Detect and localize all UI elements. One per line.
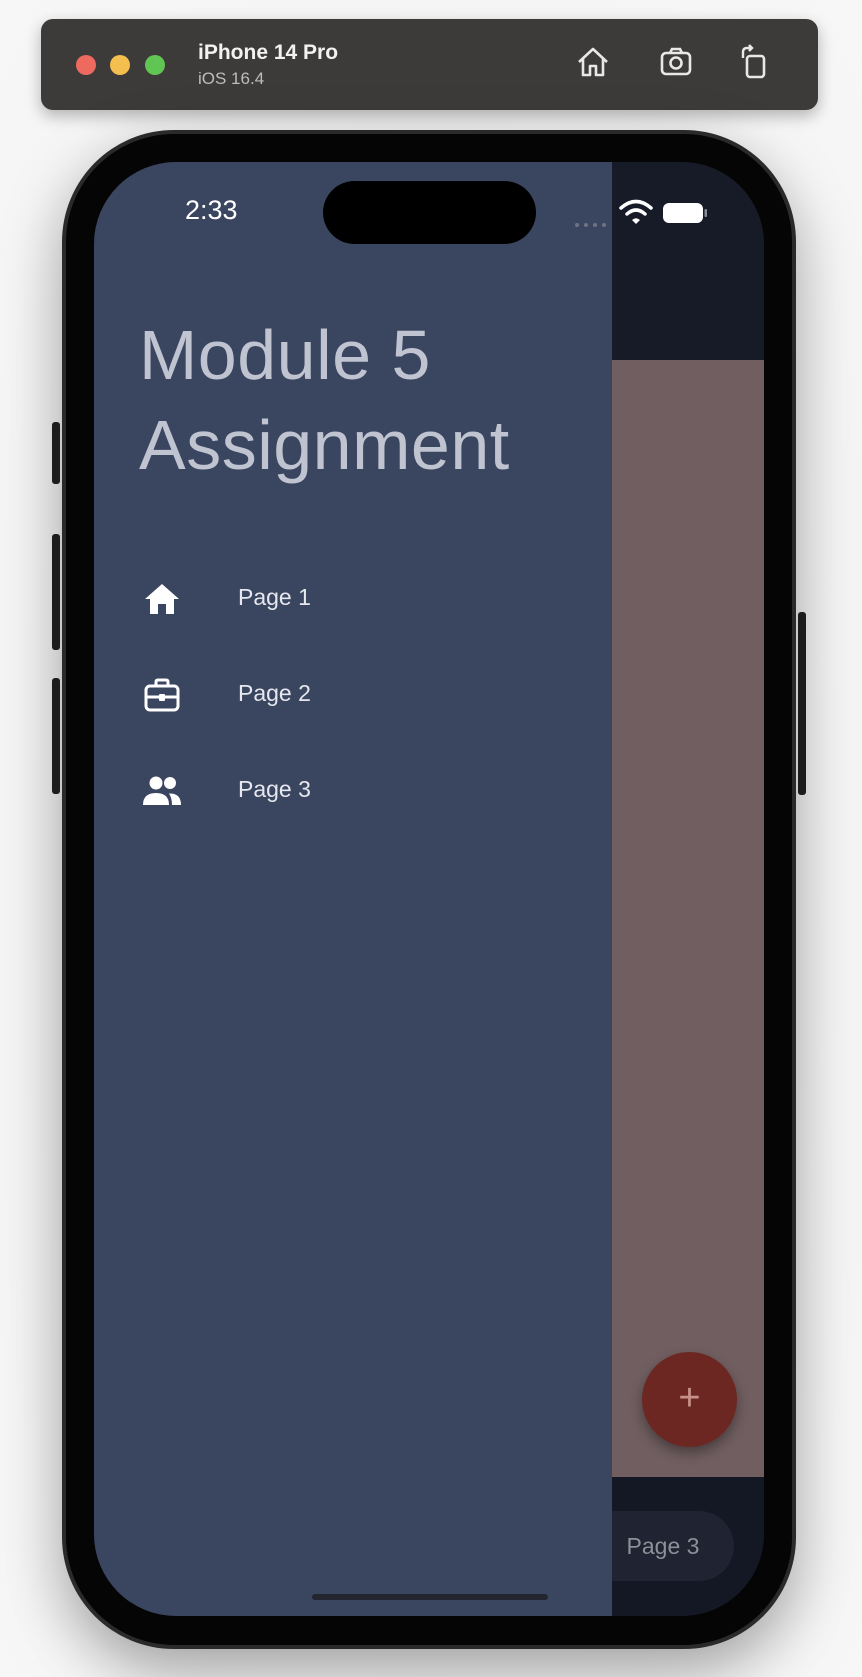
wifi-icon (619, 198, 653, 226)
drawer-item-page-1[interactable]: Page 1 (138, 564, 568, 634)
minimize-window-button[interactable] (110, 55, 130, 75)
cellular-signal-icon (575, 214, 611, 227)
volume-down-button (52, 678, 60, 794)
battery-icon (662, 202, 708, 224)
navigation-drawer: Module 5 Assignment Page 1 Page 2 Page 3 (94, 162, 612, 1616)
app-screen: Page 3 + Module 5 Assignment Page 1 Page… (94, 162, 764, 1616)
rotate-icon[interactable] (735, 42, 775, 82)
drawer-header-title: Module 5 Assignment (139, 310, 599, 490)
people-icon (142, 773, 182, 809)
home-icon[interactable] (573, 42, 613, 82)
power-button (798, 612, 806, 795)
simulator-window: iPhone 14 Pro iOS 16.4 Page 3 + Module 5… (0, 0, 862, 1677)
drawer-title-line-2: Assignment (139, 406, 510, 484)
drawer-item-label: Page 1 (238, 584, 311, 610)
briefcase-icon (142, 677, 182, 713)
drawer-item-label: Page 2 (238, 680, 311, 706)
status-time: 2:33 (185, 195, 238, 225)
drawer-item-page-3[interactable]: Page 3 (138, 756, 568, 826)
home-indicator[interactable] (312, 1594, 548, 1600)
zoom-window-button[interactable] (145, 55, 165, 75)
drawer-title-line-1: Module 5 (139, 316, 431, 394)
home-icon (142, 581, 182, 617)
screenshot-icon[interactable] (656, 42, 696, 82)
close-window-button[interactable] (76, 55, 96, 75)
volume-up-button (52, 534, 60, 650)
os-version: iOS 16.4 (198, 69, 265, 88)
drawer-item-label: Page 3 (238, 776, 311, 802)
dynamic-island (323, 181, 536, 244)
add-button[interactable]: + (642, 1352, 737, 1447)
drawer-item-page-2[interactable]: Page 2 (138, 660, 568, 730)
device-name: iPhone 14 Pro (198, 41, 339, 64)
mute-switch (52, 422, 60, 484)
